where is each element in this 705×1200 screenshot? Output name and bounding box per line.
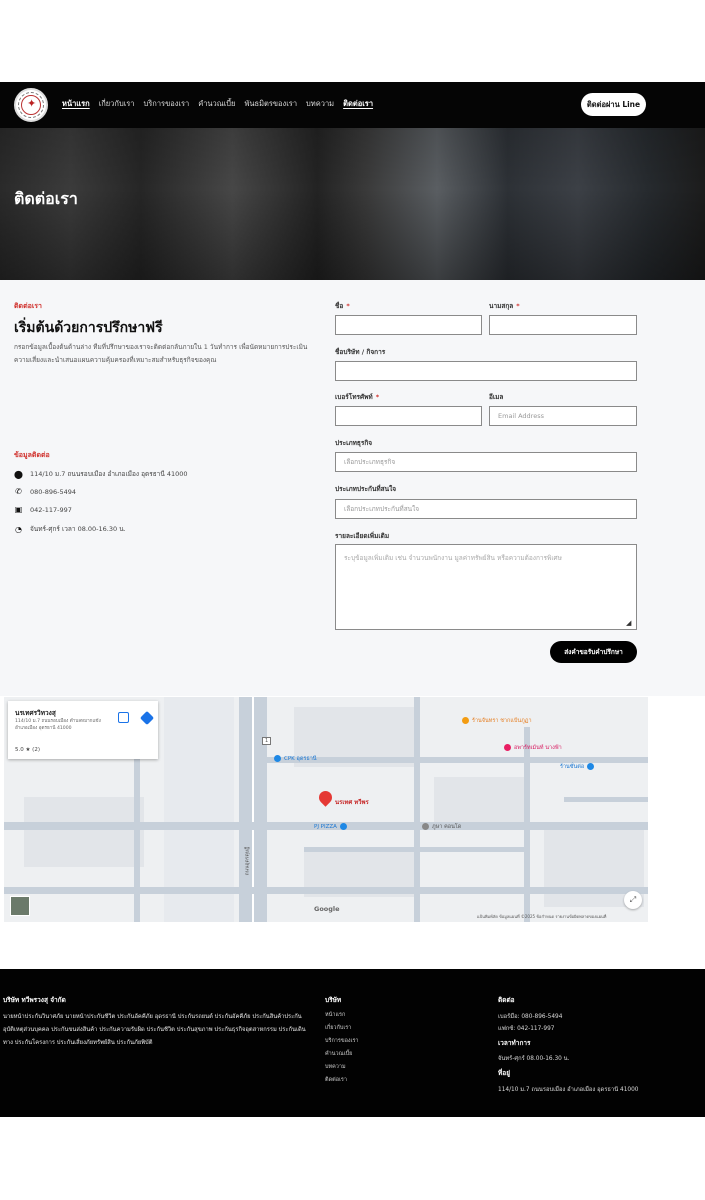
details-textarea[interactable]: ระบุข้อมูลเพิ่มเติม เช่น จำนวนพนักงาน มู…: [335, 544, 637, 630]
map-road: [414, 697, 420, 922]
map-road: [304, 847, 524, 852]
footer-hours: จันทร์-ศุกร์ 08.00-16.30 น.: [498, 1056, 570, 1062]
email-label: อีเมล: [489, 393, 504, 401]
business-type-label: ประเภทธุรกิจ: [335, 439, 373, 447]
footer-fax: แฟกซ์: 042-117-997: [498, 1026, 555, 1032]
footer-link-home[interactable]: หน้าแรก: [325, 1011, 345, 1019]
contact-info-title: ข้อมูลติดต่อ: [14, 451, 50, 459]
company-logo[interactable]: ✦: [14, 88, 48, 122]
map-road: [524, 727, 530, 922]
logo-emblem: ✦: [21, 95, 41, 115]
site-footer: บริษัท ทวีพรวงสุ จำกัด นายหน้าประกันวินา…: [0, 969, 705, 1117]
footer-link-articles[interactable]: บทความ: [325, 1063, 346, 1071]
info-phone: ✆ 080-896-5494: [14, 487, 76, 496]
map-road: [134, 757, 140, 922]
nav-partners[interactable]: พันธมิตรของเรา: [244, 98, 297, 110]
marker-label: นรเทศ ทวีพร: [335, 799, 369, 806]
phone-label: เบอร์โทรศัพท์ *: [335, 393, 380, 401]
company-input[interactable]: [335, 361, 637, 381]
clock-icon: ◔: [15, 524, 22, 534]
map-place-card: นรเทศรวิทวงสุ 114/10 ม.7 ถนนรอบเมือง ตำบ…: [8, 701, 158, 759]
footer-contact-title: ติดต่อ: [498, 996, 515, 1004]
map-block: [24, 797, 144, 867]
hours-text: จันทร์-ศุกร์ เวลา 08.00-16.30 น.: [30, 525, 126, 533]
address-text: 114/10 ม.7 ถนนรอบเมือง อำเภอเมือง อุดรธา…: [30, 470, 188, 478]
page: ✦ หน้าแรก เกี่ยวกับเรา บริการของเรา คำนว…: [0, 0, 705, 1200]
contact-section: ติดต่อเรา เริ่มต้นด้วยการปรึกษาฟรี กรอกข…: [0, 280, 705, 696]
first-name-label: ชื่อ *: [335, 302, 350, 310]
details-label: รายละเอียดเพิ่มเติม: [335, 532, 390, 540]
poi-shop[interactable]: ร้านซั่นต่อ: [560, 763, 597, 771]
map-road: [4, 887, 648, 894]
nav-articles[interactable]: บทความ: [306, 98, 334, 110]
main-menu: หน้าแรก เกี่ยวกับเรา บริการของเรา คำนวณเ…: [62, 98, 373, 110]
footer-hours-title: เวลาทำการ: [498, 1039, 531, 1047]
hero-banner: ติดต่อเรา: [0, 128, 705, 280]
footer-link-contact[interactable]: ติดต่อเรา: [325, 1076, 347, 1084]
contact-description: กรอกข้อมูลเบื้องต้นด้านล่าง ทีมที่ปรึกษา…: [14, 343, 308, 364]
embedded-map[interactable]: ถนนอุดรดุษฎี 1 นรเทศรวิทวงสุ 114/10 ม.7 …: [4, 697, 648, 922]
footer-link-calculator[interactable]: คำนวณเบี้ย: [325, 1050, 352, 1058]
first-name-input[interactable]: [335, 315, 482, 335]
footer-mobile: เบอร์มือ: 080-896-5494: [498, 1014, 563, 1020]
fullscreen-icon[interactable]: ⤢: [624, 891, 642, 909]
fax-icon: ▣: [14, 505, 23, 514]
details-placeholder: ระบุข้อมูลเพิ่มเติม เช่น จำนวนพนักงาน มู…: [344, 554, 562, 562]
footer-address-title: ที่อยู่: [498, 1069, 510, 1077]
last-name-input[interactable]: [489, 315, 637, 335]
map-place-address: 114/10 ม.7 ถนนรอบเมือง ตำบลหมากแข้ง อำเภ…: [15, 719, 101, 731]
star-icon: ✦: [27, 97, 37, 110]
info-hours: ◔ จันทร์-ศุกร์ เวลา 08.00-16.30 น.: [14, 524, 126, 534]
resize-handle-icon[interactable]: ◢: [626, 619, 634, 627]
map-attribution[interactable]: แป้นพิมพ์ลัด ข้อมูลแผนที่ ©2025 ข้อกำหนด…: [477, 913, 606, 920]
navbar: ✦ หน้าแรก เกี่ยวกับเรา บริการของเรา คำนว…: [0, 82, 705, 128]
section-eyebrow: ติดต่อเรา: [14, 302, 42, 310]
business-type-select[interactable]: เลือกประเภทธุรกิจ: [335, 452, 637, 472]
hero-title: ติดต่อเรา: [14, 189, 78, 208]
location-marker-icon[interactable]: [316, 788, 335, 807]
poi-condo[interactable]: ภูษา คอนโด: [422, 823, 461, 831]
contact-heading: เริ่มต้นด้วยการปรึกษาฟรี: [14, 320, 163, 336]
poi-restaurant[interactable]: ร้านจันทรา ชากแป้นภูฏา: [462, 717, 532, 725]
footer-address: 114/10 ม.7 ถนนรอบเมือง อำเภอเมือง อุดรธา…: [498, 1087, 639, 1093]
fax-text: 042-117-997: [30, 505, 72, 514]
nav-calculator[interactable]: คำนวณเบี้ย: [198, 98, 235, 110]
insurance-type-label: ประเภทประกันที่สนใจ: [335, 485, 397, 493]
route-shield: 1: [262, 737, 272, 745]
info-fax: ▣ 042-117-997: [14, 505, 72, 514]
info-address: ⬤ 114/10 ม.7 ถนนรอบเมือง อำเภอเมือง อุดร…: [14, 469, 188, 479]
insurance-type-select[interactable]: เลือกประเภทประกันที่สนใจ: [335, 499, 637, 519]
map-place-rating: 5.0 ★ (2): [15, 747, 40, 753]
google-logo: Google: [314, 905, 340, 913]
phone-input[interactable]: [335, 406, 482, 426]
nav-about[interactable]: เกี่ยวกับเรา: [99, 98, 135, 110]
map-layers-thumbnail[interactable]: [10, 896, 30, 916]
footer-link-services[interactable]: บริการของเรา: [325, 1037, 359, 1045]
road-label: ถนนอุดรดุษฎี: [244, 846, 251, 876]
company-label: ชื่อบริษัท / กิจการ: [335, 348, 386, 356]
footer-company-name: บริษัท ทวีพรวงสุ จำกัด: [3, 996, 66, 1004]
map-place-name: นรเทศรวิทวงสุ: [15, 709, 56, 717]
poi-apartment[interactable]: อพาร์ทเม้นท์ นางฟ้า: [504, 744, 562, 752]
location-pin-icon: ⬤: [14, 469, 23, 479]
directions-icon[interactable]: [139, 710, 155, 726]
footer-link-about[interactable]: เกี่ยวกับเรา: [325, 1024, 351, 1032]
poi-cpk[interactable]: CPK อุดรธานี: [274, 755, 317, 763]
map-road: [564, 797, 648, 802]
nav-services[interactable]: บริการของเรา: [144, 98, 190, 110]
map-block: [434, 777, 524, 827]
open-in-maps-icon[interactable]: [118, 712, 129, 723]
poi-pizza[interactable]: PJ PIZZA: [314, 823, 350, 830]
nav-contact[interactable]: ติดต่อเรา: [343, 98, 373, 110]
nav-home[interactable]: หน้าแรก: [62, 98, 90, 110]
line-contact-button[interactable]: ติดต่อผ่าน Line: [581, 93, 646, 116]
email-input[interactable]: Email Address: [489, 406, 637, 426]
phone-icon: ✆: [15, 487, 22, 496]
submit-button[interactable]: ส่งคำขอรับคำปรึกษา: [550, 641, 637, 663]
last-name-label: นามสกุล *: [489, 302, 520, 310]
footer-description: นายหน้าประกันวินาศภัย นายหน้าประกันชีวิต…: [3, 1014, 306, 1046]
footer-company-title: บริษัท: [325, 996, 342, 1004]
phone-text: 080-896-5494: [30, 487, 77, 496]
